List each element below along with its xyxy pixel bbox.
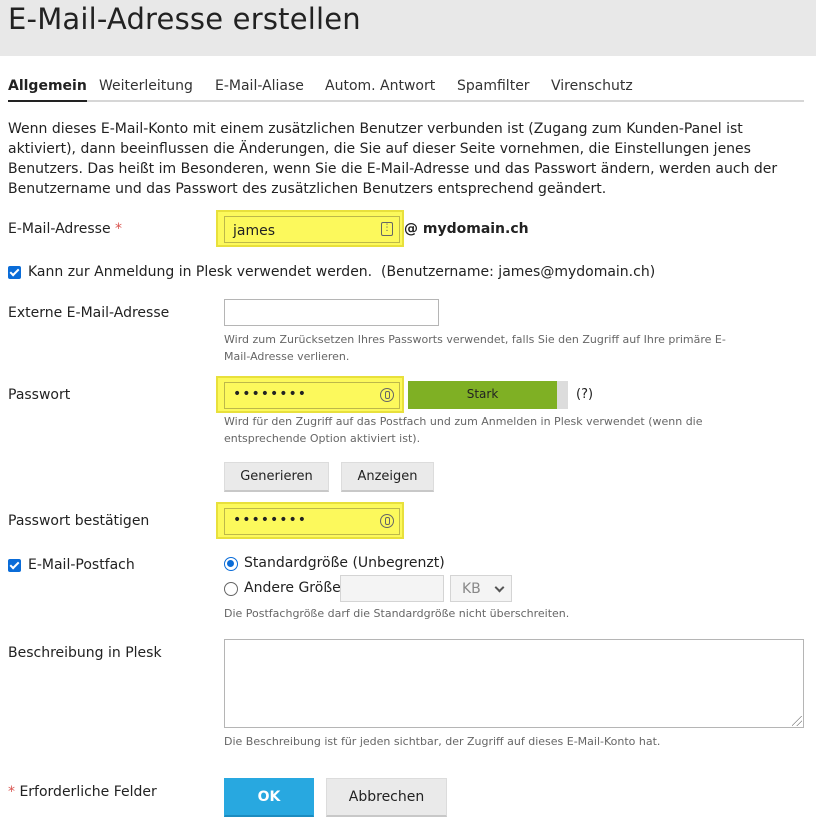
email-domain: @ mydomain.ch	[404, 221, 529, 237]
password-strength-meter: Stark	[408, 381, 568, 409]
password-label: Passwort	[8, 387, 71, 403]
login-label: Kann zur Anmeldung in Plesk verwendet we…	[28, 264, 656, 280]
tab-aliases[interactable]: E-Mail-Aliase	[215, 78, 304, 94]
mailbox-other-label: Andere Größe	[244, 580, 341, 596]
ok-button[interactable]: OK	[224, 778, 314, 817]
mailbox-label: E-Mail-Postfach	[28, 557, 135, 573]
tab-spamfilter[interactable]: Spamfilter	[457, 78, 530, 94]
password-strength-label: Stark	[466, 387, 499, 401]
resize-grip-icon[interactable]	[792, 716, 802, 726]
mailbox-unit-select[interactable]: KB	[450, 575, 512, 602]
page-header: E-Mail-Adresse erstellen	[0, 0, 816, 56]
tab-antivirus[interactable]: Virenschutz	[551, 78, 633, 94]
email-input[interactable]: james ⋮	[224, 216, 400, 243]
description-hint: Die Beschreibung ist für jeden sichtbar,…	[224, 735, 661, 748]
external-email-label: Externe E-Mail-Adresse	[8, 305, 170, 321]
generate-button[interactable]: Generieren	[224, 462, 329, 492]
description-label: Beschreibung in Plesk	[8, 645, 162, 661]
tab-autoreply[interactable]: Autom. Antwort	[325, 78, 435, 94]
contact-card-icon: ⋮	[381, 222, 393, 236]
mailbox-hint: Die Postfachgröße darf die Standardgröße…	[224, 607, 570, 620]
key-icon	[380, 388, 394, 402]
mailbox-size-input[interactable]	[340, 575, 444, 602]
mailbox-other-radio[interactable]	[224, 582, 238, 596]
password-input[interactable]: ••••••••	[224, 382, 400, 409]
confirm-password-input[interactable]: ••••••••	[224, 508, 400, 535]
external-email-hint: Wird zum Zurücksetzen Ihres Passworts ve…	[224, 333, 726, 363]
login-checkbox[interactable]	[8, 266, 21, 279]
tab-bar: Allgemein Weiterleitung E-Mail-Aliase Au…	[8, 76, 804, 102]
description-textarea[interactable]	[224, 639, 804, 728]
show-password-button[interactable]: Anzeigen	[341, 462, 434, 492]
password-hint: Wird für den Zugriff auf das Postfach un…	[224, 415, 703, 445]
tab-general[interactable]: Allgemein	[8, 78, 87, 102]
mailbox-default-radio[interactable]	[224, 557, 238, 571]
password-help-link[interactable]: (?)	[576, 387, 593, 402]
intro-text: Wenn dieses E-Mail-Konto mit einem zusät…	[8, 121, 778, 197]
tab-forwarding[interactable]: Weiterleitung	[99, 78, 193, 94]
page-title: E-Mail-Adresse erstellen	[8, 2, 361, 36]
chevron-down-icon	[494, 582, 505, 593]
external-email-input[interactable]	[224, 299, 439, 326]
required-fields-note: * Erforderliche Felder	[8, 784, 157, 800]
email-label: E-Mail-Adresse *	[8, 221, 123, 237]
cancel-button[interactable]: Abbrechen	[326, 778, 447, 817]
mailbox-checkbox[interactable]	[8, 559, 21, 572]
mailbox-default-label: Standardgröße (Unbegrenzt)	[244, 555, 445, 571]
confirm-password-label: Passwort bestätigen	[8, 513, 150, 529]
required-mark: *	[115, 221, 123, 237]
key-icon	[380, 514, 394, 528]
